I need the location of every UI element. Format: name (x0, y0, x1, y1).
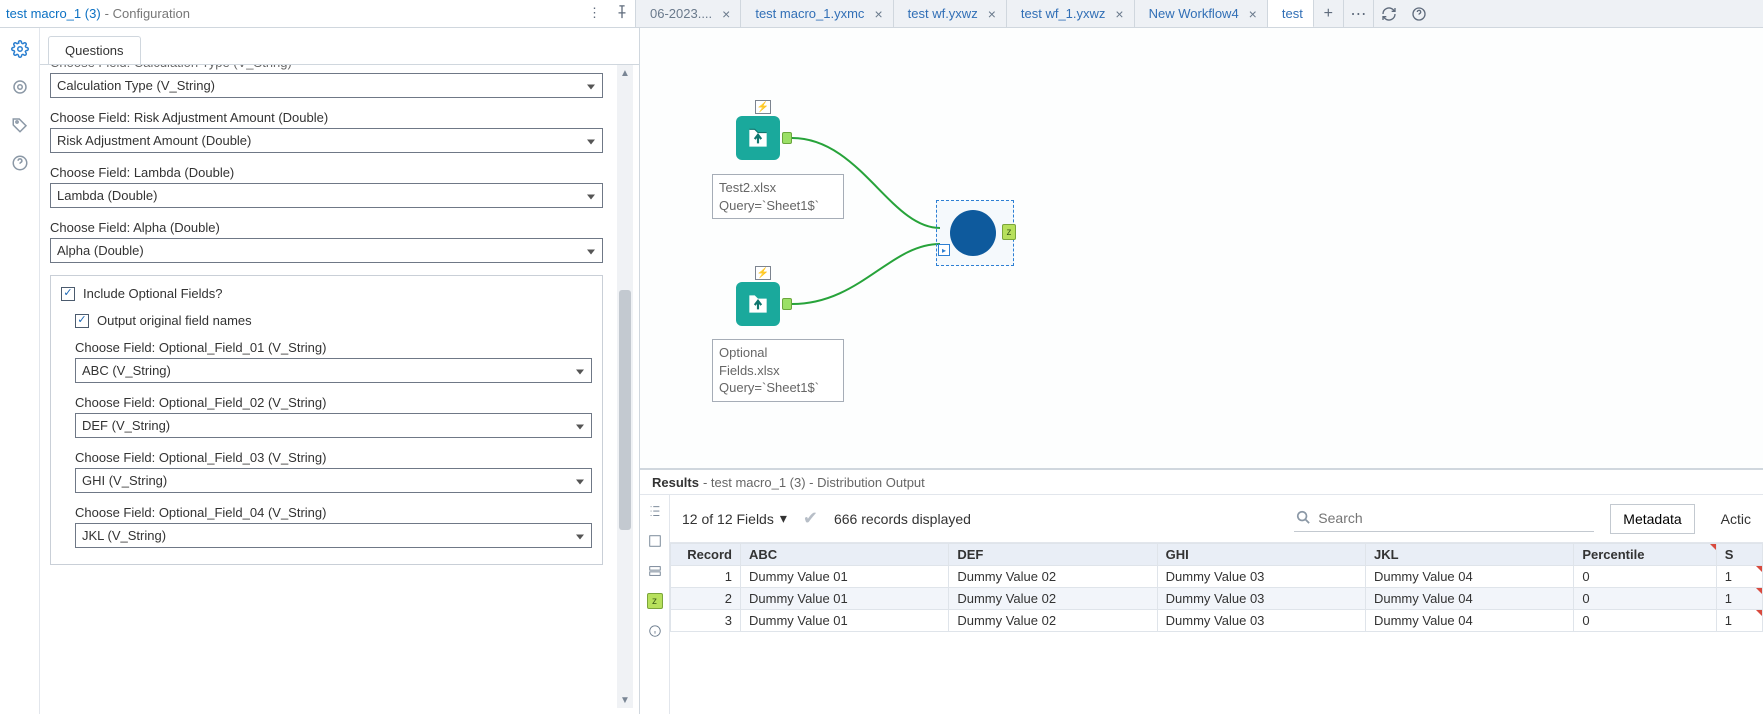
tab-item[interactable]: New Workflow4 × (1135, 0, 1268, 27)
select-opt-01[interactable]: ABC (V_String) (75, 358, 592, 383)
tab-item[interactable]: test macro_1.yxmc × (741, 0, 893, 27)
col-ghi[interactable]: GHI (1157, 544, 1365, 566)
label-opt-01: Choose Field: Optional_Field_01 (V_Strin… (75, 340, 592, 355)
actions-label[interactable]: Actic (1711, 511, 1751, 527)
tab-item[interactable]: 06-2023.... × (636, 0, 741, 27)
tab-label: test wf.yxwz (908, 6, 978, 21)
gear-icon[interactable] (11, 40, 29, 58)
refresh-icon[interactable] (1374, 0, 1404, 27)
stack-icon[interactable] (647, 563, 663, 579)
search-input[interactable] (1318, 510, 1592, 526)
box-icon[interactable] (647, 533, 663, 549)
z-output-icon[interactable]: z (1002, 224, 1016, 240)
close-icon[interactable]: × (1115, 6, 1123, 22)
tab-questions[interactable]: Questions (48, 36, 141, 64)
close-icon[interactable]: × (988, 6, 996, 22)
search-icon (1296, 510, 1310, 527)
tab-label: test wf_1.yxwz (1021, 6, 1106, 21)
close-icon[interactable]: × (874, 6, 882, 22)
close-icon[interactable]: × (1249, 6, 1257, 22)
info-icon[interactable] (647, 623, 663, 639)
select-alpha[interactable]: Alpha (Double) (50, 238, 603, 263)
col-jkl[interactable]: JKL (1365, 544, 1573, 566)
check-icon: ✓ (61, 287, 75, 301)
tab-item[interactable]: test wf.yxwz × (894, 0, 1007, 27)
help-circle-icon[interactable] (1404, 0, 1434, 27)
close-icon[interactable]: × (722, 6, 730, 22)
checkbox-output-original[interactable]: ✓ Output original field names (75, 313, 592, 328)
workflow-tab-strip: 06-2023.... × test macro_1.yxmc × test w… (636, 0, 1763, 27)
fields-dropdown[interactable]: 12 of 12 Fields ▾ (682, 510, 787, 527)
table-row[interactable]: 2 Dummy Value 01 Dummy Value 02 Dummy Va… (671, 588, 1763, 610)
z-output-icon[interactable]: z (647, 593, 663, 609)
chevron-down-icon: ▾ (780, 510, 787, 527)
input-anchor[interactable]: ▸ (938, 244, 950, 256)
scroll-thumb[interactable] (619, 290, 631, 530)
target-icon[interactable] (11, 78, 29, 96)
select-lambda[interactable]: Lambda (Double) (50, 183, 603, 208)
col-s[interactable]: S (1716, 544, 1762, 566)
table-row[interactable]: 1 Dummy Value 01 Dummy Value 02 Dummy Va… (671, 566, 1763, 588)
select-opt-02[interactable]: DEF (V_String) (75, 413, 592, 438)
workflow-canvas[interactable]: ⚡ Test2.xlsx Query=`Sheet1$` ⚡ Optional … (640, 28, 1763, 468)
results-pane: z 12 of 12 Fields ▾ ✔ 666 records displa… (640, 494, 1763, 714)
col-def[interactable]: DEF (949, 544, 1157, 566)
label-opt-04: Choose Field: Optional_Field_04 (V_Strin… (75, 505, 592, 520)
macro-tool[interactable] (950, 210, 996, 256)
label-lambda: Choose Field: Lambda (Double) (50, 165, 603, 180)
pin-icon[interactable] (615, 5, 629, 22)
label-opt-03: Choose Field: Optional_Field_03 (V_Strin… (75, 450, 592, 465)
col-percentile[interactable]: Percentile (1574, 544, 1716, 566)
config-title-sub: - Configuration (105, 6, 190, 21)
label-alpha: Choose Field: Alpha (Double) (50, 220, 603, 235)
config-tab-row: Questions (40, 28, 639, 65)
config-title-bar: test macro_1 (3) - Configuration ⋮ (0, 0, 636, 27)
select-opt-04[interactable]: JKL (V_String) (75, 523, 592, 548)
tab-label: test macro_1.yxmc (755, 6, 864, 21)
scroll-up-icon[interactable]: ▲ (617, 65, 633, 81)
col-record[interactable]: Record (671, 544, 741, 566)
more-tabs-button[interactable]: ⋯ (1344, 0, 1374, 27)
clipped-row: Choose Field: Calculation Type (V_String… (50, 65, 603, 70)
kebab-icon[interactable]: ⋮ (588, 5, 601, 22)
results-header: Results - test macro_1 (3) - Distributio… (640, 468, 1763, 494)
config-scroll-area[interactable]: Choose Field: Calculation Type (V_String… (46, 65, 617, 708)
check-icon[interactable]: ✔ (803, 508, 818, 529)
records-count: 666 records displayed (834, 511, 971, 527)
tag-icon[interactable] (11, 116, 29, 134)
metadata-button[interactable]: Metadata (1610, 504, 1694, 534)
add-tab-button[interactable]: + (1314, 0, 1344, 27)
results-search[interactable] (1294, 506, 1594, 532)
select-calculation-type[interactable]: Calculation Type (V_String) (50, 73, 603, 98)
tab-item[interactable]: test wf_1.yxwz × (1007, 0, 1135, 27)
tab-label: test (1282, 6, 1303, 21)
checkbox-include-optional[interactable]: ✓ Include Optional Fields? (61, 286, 592, 301)
help-icon[interactable] (11, 154, 29, 172)
col-abc[interactable]: ABC (741, 544, 949, 566)
tab-item-active[interactable]: test (1268, 0, 1314, 27)
select-risk-amount[interactable]: Risk Adjustment Amount (Double) (50, 128, 603, 153)
tab-label: New Workflow4 (1149, 6, 1239, 21)
results-table[interactable]: Record ABC DEF GHI JKL Percentile S (670, 543, 1763, 714)
config-sidebar (0, 28, 40, 714)
label-risk-amount: Choose Field: Risk Adjustment Amount (Do… (50, 110, 603, 125)
results-toolbar: 12 of 12 Fields ▾ ✔ 666 records displaye… (670, 495, 1763, 543)
select-opt-03[interactable]: GHI (V_String) (75, 468, 592, 493)
optional-fields-group: ✓ Include Optional Fields? ✓ Output orig… (50, 275, 603, 565)
label-opt-02: Choose Field: Optional_Field_02 (V_Strin… (75, 395, 592, 410)
check-icon: ✓ (75, 314, 89, 328)
tab-label: 06-2023.... (650, 6, 712, 21)
list-icon[interactable] (647, 503, 663, 519)
table-row[interactable]: 3 Dummy Value 01 Dummy Value 02 Dummy Va… (671, 610, 1763, 632)
config-title-main: test macro_1 (3) (6, 6, 101, 21)
results-sidebar: z (640, 495, 670, 714)
scrollbar[interactable]: ▲ ▼ (617, 65, 633, 708)
configuration-panel: Questions Choose Field: Calculation Type… (40, 28, 640, 714)
scroll-down-icon[interactable]: ▼ (617, 692, 633, 708)
